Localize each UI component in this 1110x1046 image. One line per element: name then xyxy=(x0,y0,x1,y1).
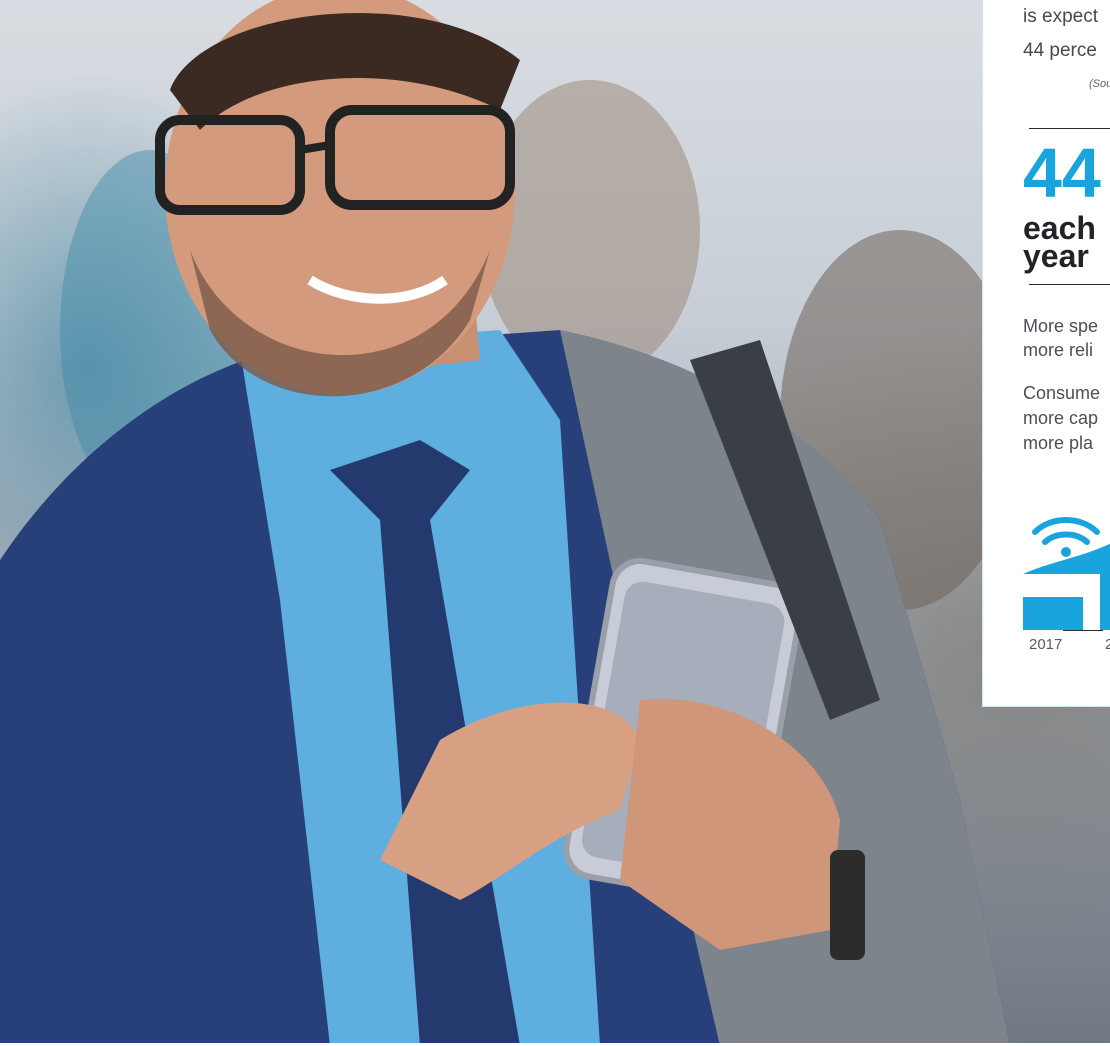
paragraph1-line-2: more reli xyxy=(1023,340,1094,360)
background-photo xyxy=(0,0,1110,1046)
bar-label-next: 2 xyxy=(1105,636,1110,653)
paragraph2-line-1: Consume xyxy=(1023,383,1101,403)
paragraph2-line-2: more cap xyxy=(1023,408,1099,428)
paragraph2-line-3: more pla xyxy=(1023,433,1094,453)
source-note: (Sou xyxy=(1089,78,1110,90)
intro-line-2: 44 perce xyxy=(1023,40,1097,61)
wifi-signal-icon xyxy=(1023,517,1110,574)
bar-label-2017: 2017 xyxy=(1029,636,1063,653)
man-with-phone-illustration xyxy=(0,0,1020,1046)
bar-baseline xyxy=(1063,630,1103,631)
divider-bottom xyxy=(1029,284,1110,285)
bar-2017 xyxy=(1023,597,1083,630)
stat-info-panel: is expect 44 perce (Sou 44 each year Mor… xyxy=(982,0,1110,707)
stat-label-line-2: year xyxy=(1023,238,1089,274)
bar-next-year xyxy=(1100,562,1110,630)
divider-top xyxy=(1029,128,1110,129)
paragraph1-line-1: More spe xyxy=(1023,316,1099,336)
intro-line-1: is expect xyxy=(1023,6,1098,27)
big-stat-number: 44 xyxy=(1023,134,1101,212)
